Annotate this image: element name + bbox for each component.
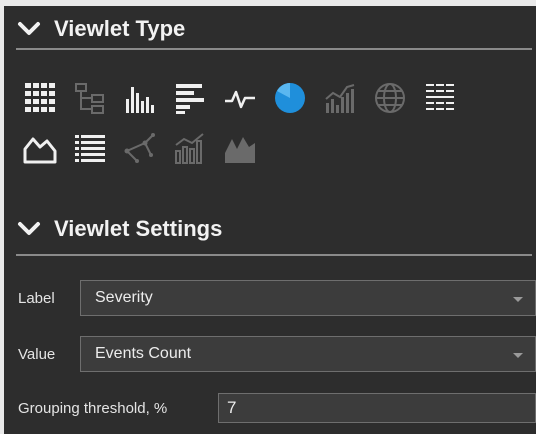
section-divider — [16, 254, 532, 256]
viewlet-settings-header[interactable]: Viewlet Settings — [16, 214, 532, 244]
stacked-area-icon[interactable] — [222, 130, 258, 166]
line-chart-icon[interactable] — [222, 80, 258, 116]
combo-chart-icon[interactable] — [322, 80, 358, 116]
viewlet-type-row-1 — [22, 80, 472, 116]
section-divider — [16, 48, 532, 50]
table-grid-icon[interactable] — [22, 80, 58, 116]
viewlet-panel: Viewlet Type Viewlet Settings Label Seve… — [0, 0, 536, 434]
label-select[interactable]: Severity — [80, 280, 536, 316]
viewlet-type-row-2 — [22, 130, 272, 166]
value-select-value: Events Count — [95, 345, 192, 362]
bar-line-chart-icon[interactable] — [172, 130, 208, 166]
chevron-down-icon — [18, 222, 40, 235]
threshold-input-value: 7 — [227, 398, 237, 417]
dropdown-caret-icon — [513, 353, 523, 358]
top-border — [0, 0, 536, 6]
viewlet-type-header[interactable]: Viewlet Type — [16, 14, 532, 44]
label-field-label: Label — [18, 289, 55, 307]
viewlet-settings-title: Viewlet Settings — [54, 216, 223, 241]
threshold-input[interactable]: 7 — [218, 393, 536, 423]
list-icon[interactable] — [72, 130, 108, 166]
label-select-value: Severity — [95, 289, 153, 306]
scatter-icon[interactable] — [122, 130, 158, 166]
value-field-label: Value — [18, 345, 56, 363]
pie-chart-icon[interactable] — [272, 80, 308, 116]
globe-map-icon[interactable] — [372, 80, 408, 116]
area-chart-icon[interactable] — [22, 130, 58, 166]
value-select[interactable]: Events Count — [80, 336, 536, 372]
bar-chart-icon[interactable] — [172, 80, 208, 116]
chevron-down-icon — [18, 22, 40, 35]
tree-hierarchy-icon[interactable] — [72, 80, 108, 116]
matrix-table-icon[interactable] — [422, 80, 458, 116]
dropdown-caret-icon — [513, 297, 523, 302]
threshold-field-label: Grouping threshold, % — [18, 399, 168, 417]
column-chart-icon[interactable] — [122, 80, 158, 116]
viewlet-type-title: Viewlet Type — [54, 16, 186, 41]
